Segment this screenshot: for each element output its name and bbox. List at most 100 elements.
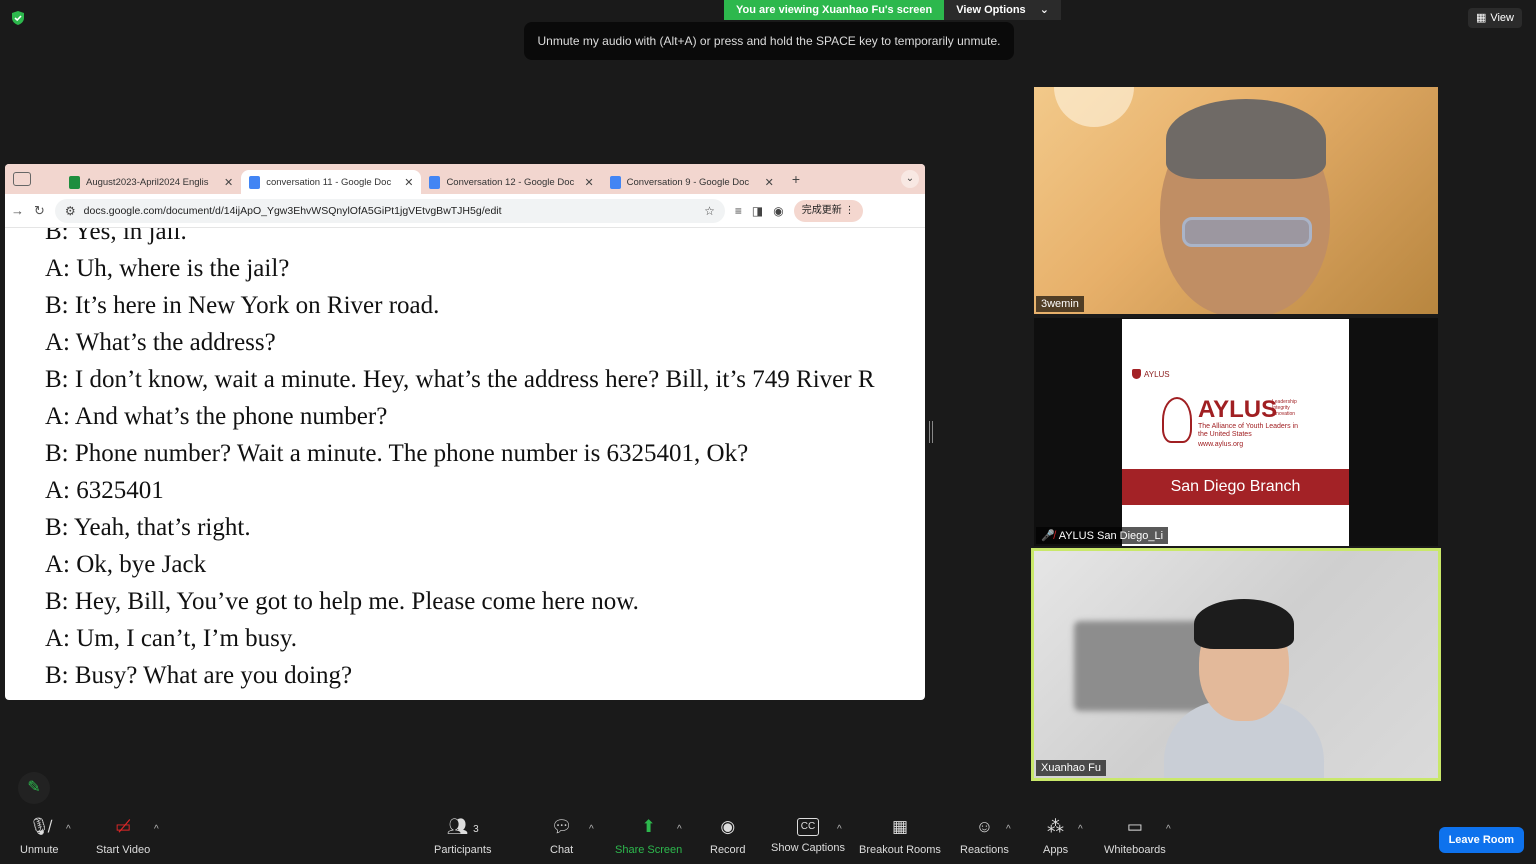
forward-arrow-icon[interactable]: →: [11, 203, 24, 218]
apps-button[interactable]: ⁂ Apps: [1043, 816, 1068, 856]
docs-icon: [609, 175, 621, 189]
hair-shape: [1166, 99, 1326, 179]
docs-icon: [249, 175, 261, 189]
aylus-tagline: The Alliance of Youth Leaders in the Uni…: [1198, 423, 1299, 438]
aylus-url: www.aylus.org: [1198, 441, 1244, 448]
lightbulb-flame-icon: [1162, 397, 1192, 443]
participants-label: Participants: [434, 844, 492, 856]
aylus-small-logo: AYLUS: [1132, 369, 1170, 379]
panel-resize-handle[interactable]: [929, 421, 933, 443]
unmute-tip-toast: Unmute my audio with (Alt+A) or press an…: [524, 22, 1014, 60]
audio-options-caret-icon[interactable]: ^: [66, 824, 71, 835]
participant-name-tag: 🎤̸ AYLUS San Diego_Li: [1036, 527, 1169, 544]
participant-name: 3wemin: [1041, 298, 1079, 310]
aylus-values: Leadership Integrity Innovation: [1272, 399, 1297, 417]
dialogue-line: B: I don’t know, wait a minute. Hey, wha…: [45, 366, 875, 393]
reactions-button[interactable]: ☺ Reactions: [960, 816, 1009, 856]
aylus-value: Innovation: [1272, 411, 1296, 417]
annotate-pencil-icon[interactable]: ✎: [18, 772, 50, 804]
show-captions-label: Show Captions: [771, 842, 845, 854]
sheets-icon: [69, 175, 80, 189]
tab-label: conversation 11 - Google Doc: [266, 176, 392, 188]
start-video-label: Start Video: [96, 844, 151, 856]
chat-options-caret-icon[interactable]: ^: [589, 824, 594, 835]
update-button[interactable]: 完成更新 ⋮: [793, 199, 863, 222]
close-icon[interactable]: ✕: [765, 176, 774, 189]
profile-avatar-icon[interactable]: ◉: [773, 204, 783, 218]
tab-search-icon[interactable]: [13, 172, 31, 186]
breakout-rooms-button[interactable]: ▦ Breakout Rooms: [859, 816, 941, 856]
participant-name: Xuanhao Fu: [1041, 762, 1101, 774]
dialogue-line: B: Yes, in jail.: [45, 228, 187, 245]
screen-share-banner: You are viewing Xuanhao Fu's screen View…: [724, 0, 1061, 20]
dialogue-line: B: Yeah, that’s right.: [45, 514, 251, 541]
view-layout-button[interactable]: ▦ View: [1467, 8, 1522, 28]
view-options-label: View Options: [956, 4, 1026, 16]
leave-room-button[interactable]: Leave Room: [1438, 827, 1524, 853]
browser-tab-1[interactable]: August2023-April2024 Englis ✕: [61, 170, 241, 194]
new-tab-plus-icon[interactable]: +: [792, 171, 800, 187]
whiteboards-button[interactable]: ▭ Whiteboards: [1104, 816, 1166, 856]
participant-name-tag: Xuanhao Fu: [1036, 760, 1106, 776]
site-info-icon[interactable]: ⚙: [65, 204, 76, 218]
side-panel-icon[interactable]: ◨: [752, 204, 763, 218]
background-monitor-shape: [1074, 621, 1214, 711]
close-icon[interactable]: ✕: [584, 176, 593, 189]
browser-tab-3[interactable]: Conversation 12 - Google Doc ✕: [421, 170, 601, 194]
tab-list-chevron-icon[interactable]: ⌄: [901, 170, 919, 188]
browser-address-bar: → ↻ ⚙ docs.google.com/document/d/14ijApO…: [5, 194, 925, 228]
reactions-label: Reactions: [960, 844, 1009, 856]
view-options-button[interactable]: View Options ⌄: [944, 0, 1061, 20]
video-tile-aylus[interactable]: AYLUS AYLUS The Alliance of Youth Leader…: [1034, 318, 1438, 546]
show-captions-button[interactable]: CC Show Captions: [771, 816, 845, 854]
participants-button[interactable]: 👥︎ 3 Participants: [434, 816, 491, 856]
chat-button[interactable]: 💬︎ Chat: [550, 816, 573, 856]
reactions-options-caret-icon[interactable]: ^: [1006, 824, 1011, 835]
video-tile-3wemin[interactable]: 3wemin: [1034, 87, 1438, 314]
whiteboards-options-caret-icon[interactable]: ^: [1166, 824, 1171, 835]
docs-icon: [429, 175, 441, 189]
dialogue-line: A: Uh, where is the jail?: [45, 255, 290, 282]
unmute-button[interactable]: 🎙︎̸ Unmute: [20, 816, 59, 856]
share-screen-button[interactable]: ⬆ Share Screen: [615, 816, 682, 856]
glasses-shape: [1182, 217, 1312, 247]
url-omnibox[interactable]: ⚙ docs.google.com/document/d/14ijApO_Ygw…: [54, 198, 725, 223]
url-text: docs.google.com/document/d/14ijApO_Ygw3E…: [83, 204, 502, 217]
apps-label: Apps: [1043, 844, 1069, 856]
video-options-caret-icon[interactable]: ^: [154, 824, 159, 835]
close-icon[interactable]: ✕: [404, 176, 413, 189]
dialogue-line: A: Ok, bye Jack: [45, 551, 207, 578]
tab-label: Conversation 9 - Google Doc: [626, 176, 750, 188]
dialogue-line: A: And what’s the phone number?: [45, 403, 388, 430]
share-screen-label: Share Screen: [615, 844, 683, 856]
dialogue-line: B: Phone number? Wait a minute. The phon…: [45, 440, 749, 467]
start-video-button[interactable]: ▭̸ Start Video: [96, 816, 150, 856]
muted-mic-icon: 🎙︎̸: [28, 817, 51, 836]
tab-label: Conversation 12 - Google Doc: [446, 176, 575, 188]
close-icon[interactable]: ✕: [224, 176, 233, 189]
shared-screen: August2023-April2024 Englis ✕ conversati…: [5, 164, 925, 700]
captions-options-caret-icon[interactable]: ^: [837, 824, 842, 835]
video-tile-xuanhao-fu[interactable]: Xuanhao Fu: [1031, 548, 1441, 781]
dialogue-line: B: Busy? What are you doing?: [45, 662, 353, 689]
record-button[interactable]: ◉ Record: [710, 816, 745, 856]
meeting-toolbar: 🎙︎̸ Unmute ^ ▭̸ Start Video ^ 👥︎ 3 Parti…: [0, 806, 1536, 864]
share-options-caret-icon[interactable]: ^: [677, 824, 682, 835]
unmute-label: Unmute: [20, 844, 59, 856]
browser-tab-bar: August2023-April2024 Englis ✕ conversati…: [5, 164, 925, 194]
record-label: Record: [710, 844, 746, 856]
participant-name-tag: 3wemin: [1036, 296, 1084, 312]
ceiling-fan-shape: [1054, 87, 1134, 127]
encryption-shield-icon[interactable]: [10, 10, 26, 26]
apps-options-caret-icon[interactable]: ^: [1078, 824, 1083, 835]
chat-bubble-icon: 💬︎: [550, 817, 573, 836]
document-body: B: Yes, in jail. A: Uh, where is the jai…: [5, 228, 925, 700]
reactions-smiley-icon: ☺: [975, 817, 994, 836]
browser-tab-4[interactable]: Conversation 9 - Google Doc ✕: [602, 170, 782, 194]
bookmark-star-icon[interactable]: ☆: [704, 204, 715, 218]
breakout-rooms-label: Breakout Rooms: [859, 844, 941, 856]
reading-list-icon[interactable]: ≡: [735, 204, 742, 218]
video-off-icon: ▭̸: [115, 817, 132, 836]
browser-tab-2[interactable]: conversation 11 - Google Doc ✕: [241, 170, 422, 194]
reload-icon[interactable]: ↻: [34, 203, 45, 219]
